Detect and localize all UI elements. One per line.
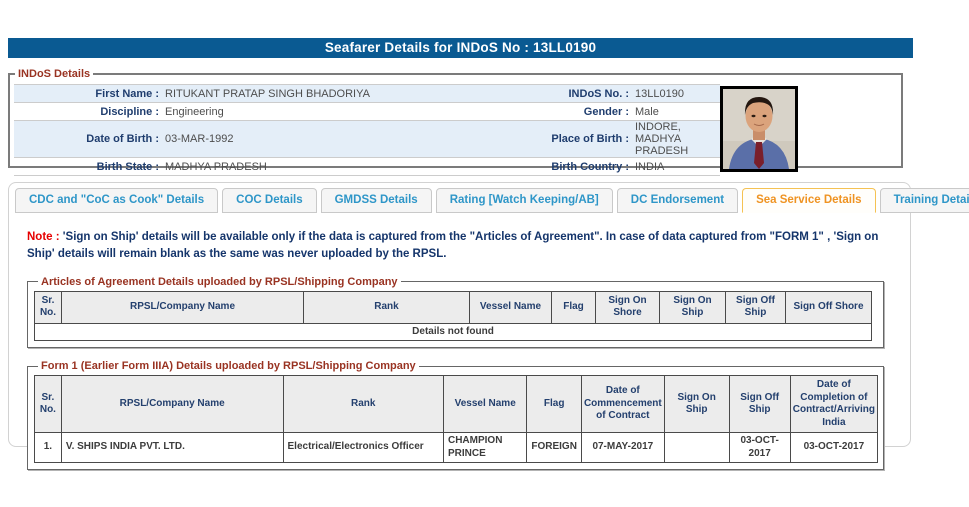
articles-of-agreement-legend: Articles of Agreement Details uploaded b… <box>38 276 401 288</box>
detail-row: Date of Birth : 03-MAR-1992 Place of Bir… <box>14 121 720 158</box>
form1-data-row: 1. V. SHIPS INDIA PVT. LTD. Electrical/E… <box>35 433 878 463</box>
note-prefix: Note : <box>27 231 60 243</box>
cell-vessel-name: CHAMPION PRINCE <box>443 433 526 463</box>
gender-value: Male <box>629 103 720 121</box>
birth-state-value: MADHYA PRADESH <box>159 158 489 176</box>
page-title: Seafarer Details for INDoS No : 13LL0190 <box>8 38 913 58</box>
form1-header-row: Sr. No. RPSL/Company Name Rank Vessel Na… <box>35 376 878 433</box>
form1-fieldset: Form 1 (Earlier Form IIIA) Details uploa… <box>27 360 884 470</box>
cell-rank: Electrical/Electronics Officer <box>283 433 443 463</box>
date-of-birth-label: Date of Birth : <box>14 121 159 158</box>
cell-rpsl-company-name: V. SHIPS INDIA PVT. LTD. <box>61 433 283 463</box>
col-sign-on-ship: Sign On Ship <box>660 291 726 323</box>
detail-row: Discipline : Engineering Gender : Male <box>14 103 720 121</box>
first-name-label: First Name : <box>14 85 159 103</box>
cell-sr-no: 1. <box>35 433 62 463</box>
tab-coc-details[interactable]: COC Details <box>222 188 316 213</box>
form1-legend: Form 1 (Earlier Form IIIA) Details uploa… <box>38 360 419 372</box>
cell-sign-on-ship <box>664 433 729 463</box>
tab-gmdss-details[interactable]: GMDSS Details <box>321 188 432 213</box>
articles-empty-row: Details not found <box>35 323 872 341</box>
articles-of-agreement-table: Sr. No. RPSL/Company Name Rank Vessel Na… <box>34 291 872 342</box>
seafarer-photo <box>720 86 798 172</box>
col-sign-off-ship: Sign Off Ship <box>726 291 786 323</box>
seafarer-photo-illustration <box>723 89 795 169</box>
col-sr-no: Sr. No. <box>35 376 62 433</box>
details-not-found-message: Details not found <box>35 323 872 341</box>
indos-details-fieldset: INDoS Details First Name : RITUKANT PRAT… <box>8 68 903 168</box>
articles-of-agreement-fieldset: Articles of Agreement Details uploaded b… <box>27 276 884 349</box>
sea-service-panel: CDC and "CoC as Cook" Details COC Detail… <box>8 182 911 447</box>
tab-cdc-coc-as-cook-details[interactable]: CDC and "CoC as Cook" Details <box>15 188 218 213</box>
col-sign-on-shore: Sign On Shore <box>596 291 660 323</box>
col-rank: Rank <box>304 291 470 323</box>
cell-date-of-completion: 03-OCT-2017 <box>790 433 877 463</box>
col-sign-on-ship: Sign On Ship <box>664 376 729 433</box>
col-date-of-commencement: Date of Commencement of Contract <box>581 376 664 433</box>
tab-training-details[interactable]: Training Details <box>880 188 969 213</box>
form1-table: Sr. No. RPSL/Company Name Rank Vessel Na… <box>34 375 878 463</box>
cell-date-of-commencement: 07-MAY-2017 <box>581 433 664 463</box>
col-vessel-name: Vessel Name <box>443 376 526 433</box>
col-rpsl-company-name: RPSL/Company Name <box>61 376 283 433</box>
birth-country-value: INDIA <box>629 158 720 176</box>
date-of-birth-value: 03-MAR-1992 <box>159 121 489 158</box>
detail-row: First Name : RITUKANT PRATAP SINGH BHADO… <box>14 85 720 103</box>
col-sr-no: Sr. No. <box>35 291 62 323</box>
col-vessel-name: Vessel Name <box>470 291 552 323</box>
col-flag: Flag <box>527 376 582 433</box>
indos-no-label: INDoS No. : <box>489 85 629 103</box>
discipline-label: Discipline : <box>14 103 159 121</box>
first-name-value: RITUKANT PRATAP SINGH BHADORIYA <box>159 85 489 103</box>
col-flag: Flag <box>552 291 596 323</box>
indos-no-value: 13LL0190 <box>629 85 720 103</box>
page: { "header": { "title": "Seafarer Details… <box>0 0 969 507</box>
indos-details-table: First Name : RITUKANT PRATAP SINGH BHADO… <box>14 84 720 176</box>
birth-country-label: Birth Country : <box>489 158 629 176</box>
place-of-birth-label: Place of Birth : <box>489 121 629 158</box>
discipline-value: Engineering <box>159 103 489 121</box>
indos-details-legend: INDoS Details <box>15 68 93 80</box>
articles-header-row: Sr. No. RPSL/Company Name Rank Vessel Na… <box>35 291 872 323</box>
col-date-of-completion: Date of Completion of Contract/Arriving … <box>790 376 877 433</box>
col-sign-off-shore: Sign Off Shore <box>786 291 872 323</box>
col-rpsl-company-name: RPSL/Company Name <box>62 291 304 323</box>
tab-sea-service-details[interactable]: Sea Service Details <box>742 188 876 213</box>
col-sign-off-ship: Sign Off Ship <box>729 376 790 433</box>
detail-row: Birth State : MADHYA PRADESH Birth Count… <box>14 158 720 176</box>
tab-bar: CDC and "CoC as Cook" Details COC Detail… <box>9 183 910 213</box>
tab-dc-endorsement[interactable]: DC Endorsement <box>617 188 738 213</box>
sign-on-ship-note: Note : 'Sign on Ship' details will be av… <box>27 229 898 264</box>
birth-state-label: Birth State : <box>14 158 159 176</box>
cell-flag: FOREIGN <box>527 433 582 463</box>
tab-rating-watch-keeping-ab[interactable]: Rating [Watch Keeping/AB] <box>436 188 613 213</box>
gender-label: Gender : <box>489 103 629 121</box>
place-of-birth-value: INDORE, MADHYA PRADESH <box>629 121 720 158</box>
cell-sign-off-ship: 03-OCT-2017 <box>729 433 790 463</box>
note-text: 'Sign on Ship' details will be available… <box>27 231 878 260</box>
col-rank: Rank <box>283 376 443 433</box>
